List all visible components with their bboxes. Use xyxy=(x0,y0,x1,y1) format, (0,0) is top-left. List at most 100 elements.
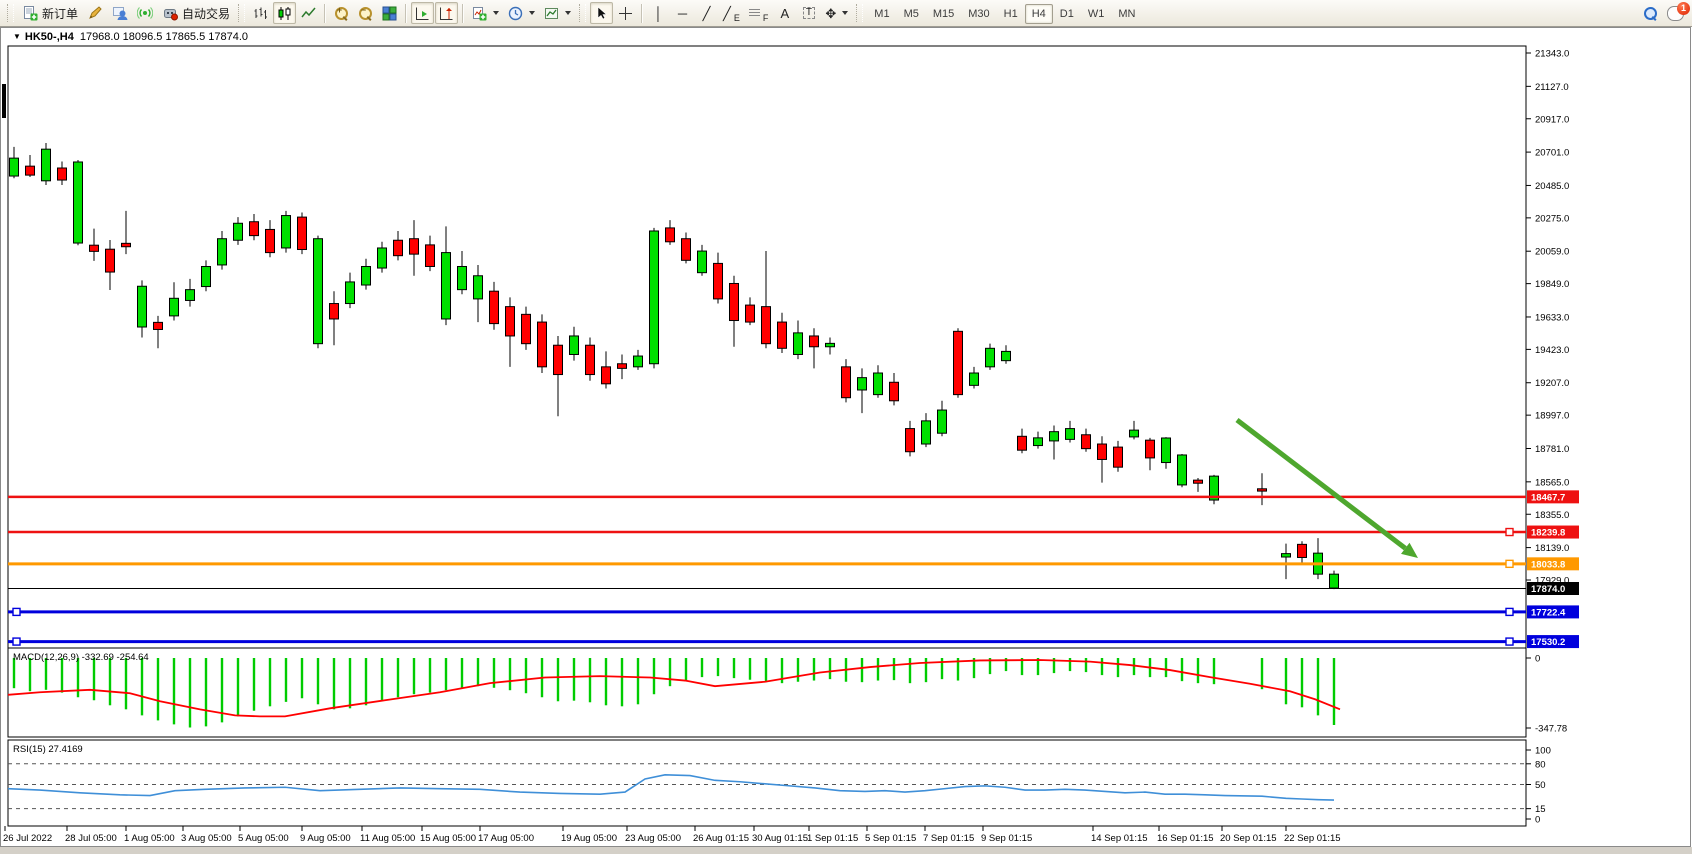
price-label-text: 17722.4 xyxy=(1531,607,1566,618)
time-tick-label: 3 Aug 05:00 xyxy=(181,833,232,844)
price-label-text: 18467.7 xyxy=(1531,492,1565,503)
dropdown-caret xyxy=(493,11,499,15)
price-tick-label: 19423.0 xyxy=(1535,345,1569,356)
price-tick-label: 20059.0 xyxy=(1535,247,1569,258)
price-label-text: 18239.8 xyxy=(1531,528,1565,539)
horizontal-line-button[interactable]: ─ xyxy=(671,2,694,24)
timeframe-M15[interactable]: M15 xyxy=(926,4,961,24)
signals-button[interactable] xyxy=(133,2,157,24)
timeframe-H4[interactable]: H4 xyxy=(1025,4,1053,24)
line-chart-button[interactable] xyxy=(297,2,320,24)
zoom-out-button[interactable]: − xyxy=(354,2,377,24)
price-tick-label: 20701.0 xyxy=(1535,148,1569,159)
trendline-button[interactable]: ╱ xyxy=(695,2,718,24)
price-tick-label: 21343.0 xyxy=(1535,49,1569,60)
timeframe-H1[interactable]: H1 xyxy=(997,4,1025,24)
zoom-in-button[interactable]: + xyxy=(330,2,353,24)
channel-icon: ╱ xyxy=(723,7,731,20)
notification-badge: 1 xyxy=(1677,2,1690,15)
time-tick-label: 5 Sep 01:15 xyxy=(865,833,916,844)
text-label-button[interactable]: T xyxy=(797,2,820,24)
candle xyxy=(298,212,307,254)
rsi-tick-label: 100 xyxy=(1535,746,1551,757)
timeframe-M30[interactable]: M30 xyxy=(961,4,996,24)
candle xyxy=(1178,454,1187,487)
trendline-icon: ╱ xyxy=(703,7,711,20)
collapse-icon[interactable]: ▼ xyxy=(13,32,21,41)
line-handle[interactable] xyxy=(1506,529,1513,536)
auto-trading-icon xyxy=(162,5,178,21)
tile-windows-icon xyxy=(382,6,397,21)
auto-scroll-button[interactable] xyxy=(411,2,434,24)
line-handle[interactable] xyxy=(13,608,20,615)
new-order-button[interactable]: 新订单 xyxy=(18,2,82,24)
indicators-icon xyxy=(472,6,487,21)
price-tick-label: 20917.0 xyxy=(1535,114,1569,125)
price-label-text: 18033.8 xyxy=(1531,559,1565,570)
toolbar-separator xyxy=(405,4,407,23)
search-button[interactable] xyxy=(1639,2,1662,24)
new-order-icon xyxy=(22,5,38,21)
main-toolbar: 新订单 自动交易 xyxy=(0,0,1692,27)
auto-trading-button[interactable]: 自动交易 xyxy=(158,2,234,24)
time-tick-label: 9 Sep 01:15 xyxy=(981,833,1032,844)
price-label-text: 17530.2 xyxy=(1531,637,1565,648)
arrows-tool-button[interactable]: ✥ xyxy=(821,2,852,24)
horizontal-line-icon: ─ xyxy=(678,7,687,20)
line-handle[interactable] xyxy=(13,638,20,645)
toolbar-grip xyxy=(579,4,586,22)
left-edge-mark xyxy=(2,84,6,118)
macd-label: MACD(12,26,9) -332.69 -254.64 xyxy=(13,652,149,663)
cursor-button[interactable] xyxy=(590,2,613,24)
candlestick-chart-button[interactable] xyxy=(273,2,296,24)
indicators-button[interactable] xyxy=(468,2,503,24)
line-handle[interactable] xyxy=(1506,560,1513,567)
profile-icon xyxy=(112,5,128,21)
time-tick-label: 11 Aug 05:00 xyxy=(360,833,415,844)
toolbar-separator xyxy=(324,4,326,23)
bar-chart-button[interactable] xyxy=(249,2,272,24)
styler-button[interactable] xyxy=(83,2,107,24)
chart-window-background xyxy=(0,27,1692,847)
line-handle[interactable] xyxy=(1506,608,1513,615)
crosshair-button[interactable] xyxy=(614,2,637,24)
time-tick-label: 28 Jul 05:00 xyxy=(65,833,117,844)
text-button[interactable]: A xyxy=(773,2,796,24)
zoom-in-icon: + xyxy=(335,7,348,20)
rsi-tick-label: 0 xyxy=(1535,815,1540,826)
time-tick-label: 30 Aug 01:15 xyxy=(752,833,808,844)
vertical-line-button[interactable]: │ xyxy=(647,2,670,24)
rsi-label: RSI(15) 27.4169 xyxy=(13,744,83,755)
periods-button[interactable] xyxy=(504,2,539,24)
timeframe-M5[interactable]: M5 xyxy=(897,4,926,24)
auto-trading-label: 自动交易 xyxy=(182,5,230,22)
price-tick-label: 20485.0 xyxy=(1535,181,1569,192)
candle xyxy=(74,160,83,245)
price-tick-label: 18139.0 xyxy=(1535,543,1569,554)
ohlc-values: 17968.0 18096.5 17865.5 17874.0 xyxy=(80,31,248,43)
candle xyxy=(282,211,291,253)
price-tick-label: 19849.0 xyxy=(1535,279,1569,290)
chart-canvas[interactable]: 21343.021127.020917.020701.020485.020275… xyxy=(0,0,1692,854)
timeframe-D1[interactable]: D1 xyxy=(1053,4,1081,24)
notifications-button[interactable]: 1 xyxy=(1663,2,1688,24)
time-tick-label: 1 Sep 01:15 xyxy=(807,833,858,844)
profile-button[interactable] xyxy=(108,2,132,24)
time-tick-label: 20 Sep 01:15 xyxy=(1220,833,1277,844)
chart-shift-button[interactable] xyxy=(435,2,458,24)
price-tick-label: 20275.0 xyxy=(1535,213,1569,224)
chart-shift-icon xyxy=(439,6,454,21)
timeframe-W1[interactable]: W1 xyxy=(1081,4,1112,24)
templates-button[interactable] xyxy=(540,2,575,24)
timeframe-MN[interactable]: MN xyxy=(1111,4,1142,24)
time-tick-label: 19 Aug 05:00 xyxy=(561,833,617,844)
time-tick-label: 22 Sep 01:15 xyxy=(1284,833,1341,844)
tile-windows-button[interactable] xyxy=(378,2,401,24)
time-tick-label: 9 Aug 05:00 xyxy=(300,833,351,844)
line-handle[interactable] xyxy=(1506,638,1513,645)
price-tick-label: 18565.0 xyxy=(1535,477,1569,488)
channel-letter: E xyxy=(734,13,740,23)
fibonacci-button[interactable]: F xyxy=(745,2,773,24)
channel-button[interactable]: ╱ E xyxy=(719,2,744,24)
timeframe-M1[interactable]: M1 xyxy=(867,4,896,24)
